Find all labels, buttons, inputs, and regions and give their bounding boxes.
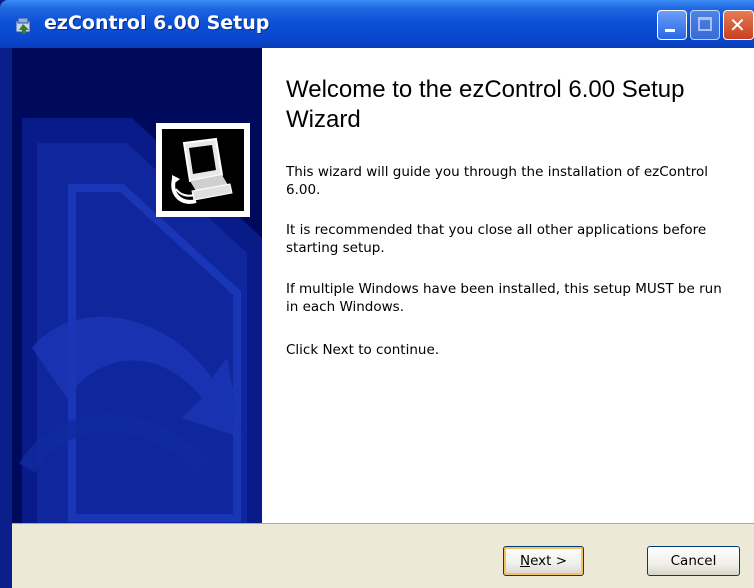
minimize-button[interactable] <box>657 10 687 40</box>
close-button[interactable]: ✕ <box>723 10 754 40</box>
next-button[interactable]: Next > <box>503 546 584 576</box>
banner-artwork <box>12 48 262 523</box>
close-apps-paragraph: It is recommended that you close all oth… <box>286 222 707 256</box>
continue-paragraph: Click Next to continue. <box>286 342 440 358</box>
maximize-button[interactable] <box>690 10 720 40</box>
button-bar: Next > Cancel <box>12 523 754 588</box>
installer-icon <box>15 17 31 34</box>
page-title: Welcome to the ezControl 6.00 Setup Wiza… <box>286 76 685 133</box>
logo-box <box>156 123 250 217</box>
title-bar[interactable]: ezControl 6.00 Setup ✕ <box>0 0 754 48</box>
window-title: ezControl 6.00 Setup <box>44 12 270 34</box>
multiple-windows-paragraph: If multiple Windows have been installed,… <box>286 281 722 315</box>
close-icon: ✕ <box>729 13 746 37</box>
setup-window: ezControl 6.00 Setup ✕ Welcome to the ez… <box>0 0 754 588</box>
wizard-content: Welcome to the ezControl 6.00 Setup Wiza… <box>262 48 754 523</box>
wizard-banner <box>12 48 262 523</box>
maximize-icon <box>698 17 712 31</box>
computer-install-icon <box>162 129 244 211</box>
cancel-button[interactable]: Cancel <box>647 546 740 576</box>
intro-paragraph: This wizard will guide you through the i… <box>286 164 709 198</box>
minimize-icon <box>665 29 675 32</box>
